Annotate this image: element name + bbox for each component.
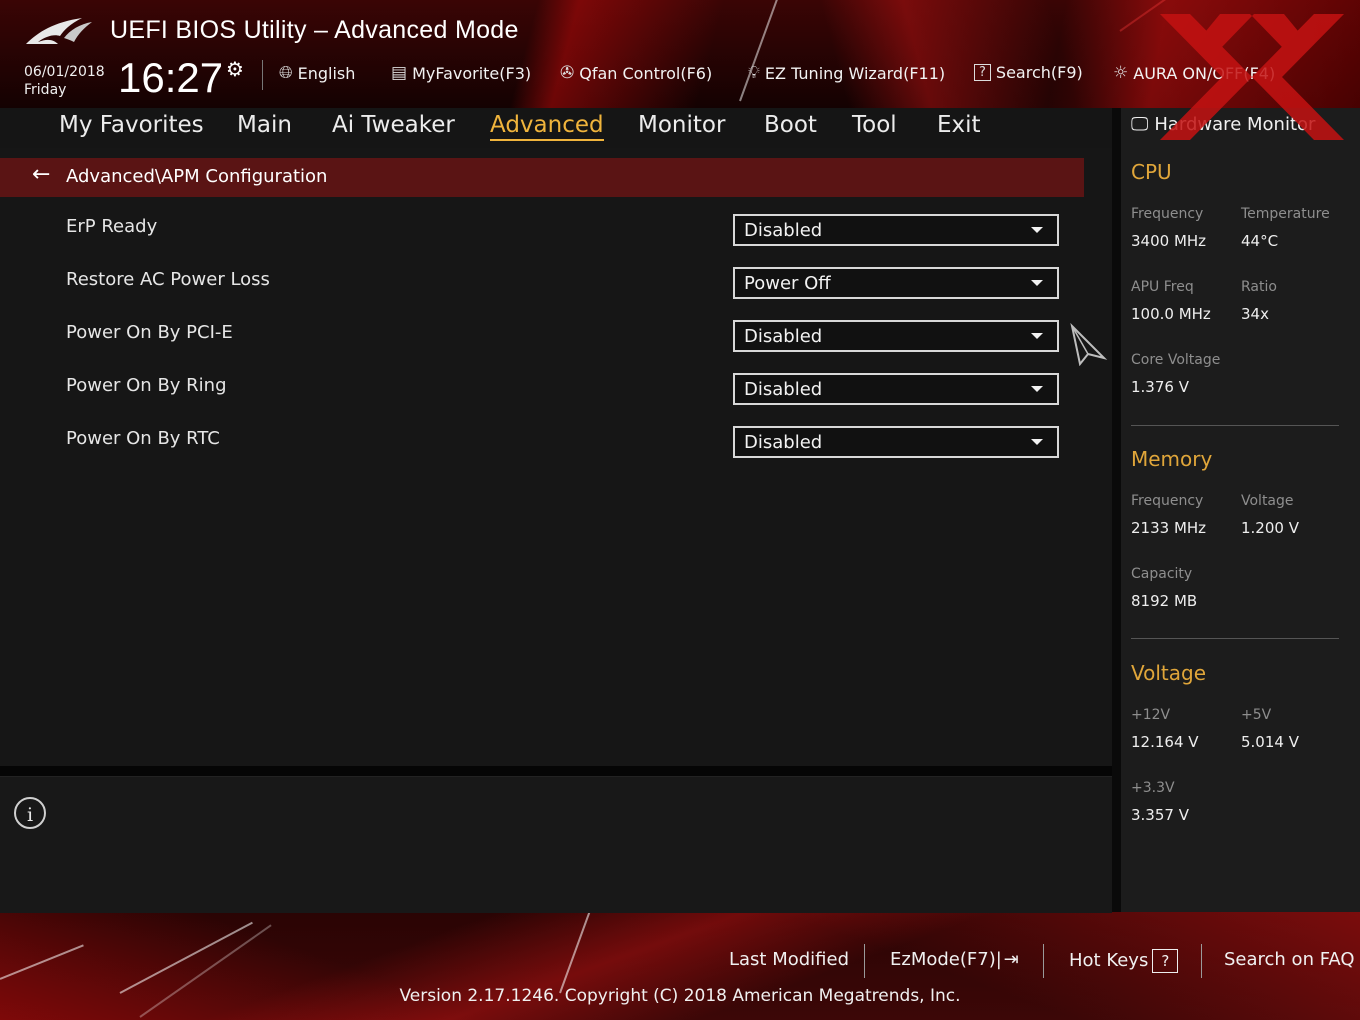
footer-divider	[864, 944, 865, 978]
tab-my-favorites[interactable]: My Favorites	[59, 112, 204, 138]
power-on-by-ring-dropdown[interactable]: Disabled	[733, 373, 1059, 405]
voltage-heading: Voltage	[1131, 661, 1207, 685]
favorite-list-icon: ▤	[391, 63, 408, 83]
tab-advanced[interactable]: Advanced	[490, 112, 604, 141]
power-on-by-rtc-dropdown[interactable]: Disabled	[733, 426, 1059, 458]
memory-heading: Memory	[1131, 447, 1213, 471]
breadcrumb-path: Advanced\APM Configuration	[66, 166, 328, 187]
v12-label: +12V	[1131, 707, 1171, 723]
ratio-value: 34x	[1241, 305, 1269, 323]
apu-freq-label: APU Freq	[1131, 279, 1194, 295]
help-info-panel: i	[0, 776, 1112, 913]
myfavorite-button[interactable]: ▤ MyFavorite(F3)	[391, 63, 531, 83]
memory-voltage-label: Voltage	[1241, 493, 1294, 509]
core-voltage-label: Core Voltage	[1131, 352, 1221, 368]
hw-section-divider	[1131, 638, 1339, 639]
v33-value: 3.357 V	[1131, 806, 1189, 824]
info-icon: i	[14, 797, 46, 829]
search-button[interactable]: ? Search(F9)	[974, 63, 1083, 82]
v12-value: 12.164 V	[1131, 733, 1199, 751]
back-arrow-icon[interactable]: ←	[32, 162, 50, 187]
apu-freq-value: 100.0 MHz	[1131, 305, 1211, 323]
tab-main[interactable]: Main	[237, 112, 292, 138]
ezmode-button[interactable]: EzMode(F7)| ⇥	[890, 949, 1019, 970]
restore-ac-power-loss-dropdown[interactable]: Power Off	[733, 267, 1059, 299]
core-voltage-value: 1.376 V	[1131, 378, 1189, 396]
day-display: Friday	[24, 82, 67, 98]
setting-label-power-on-by-ring: Power On By Ring	[66, 375, 227, 396]
v5-label: +5V	[1241, 707, 1272, 723]
sidebar-divider	[1112, 108, 1121, 912]
cpu-temperature-label: Temperature	[1241, 206, 1330, 222]
qfan-control-button[interactable]: ✇ Qfan Control(F6)	[560, 63, 712, 83]
setting-label-power-on-by-rtc: Power On By RTC	[66, 428, 220, 449]
v33-label: +3.3V	[1131, 780, 1175, 796]
memory-frequency-value: 2133 MHz	[1131, 519, 1207, 537]
cpu-temperature-value: 44°C	[1241, 232, 1279, 250]
language-button[interactable]: 🌐︎ English	[279, 63, 355, 83]
breadcrumb: ← Advanced\APM Configuration	[0, 158, 1084, 197]
cpu-heading: CPU	[1131, 160, 1172, 184]
caret-down-icon	[1031, 439, 1043, 445]
rog-logo-icon	[26, 18, 92, 44]
cpu-frequency-value: 3400 MHz	[1131, 232, 1207, 250]
panel-divider	[0, 766, 1112, 776]
header-divider	[262, 60, 263, 90]
version-info: Version 2.17.1246. Copyright (C) 2018 Am…	[399, 986, 961, 1006]
aura-light-icon: ☼	[1113, 63, 1129, 83]
search-on-faq-button[interactable]: Search on FAQ	[1224, 949, 1355, 970]
caret-down-icon	[1031, 280, 1043, 286]
memory-frequency-label: Frequency	[1131, 493, 1204, 509]
clock-display: 16:27	[118, 54, 224, 101]
memory-voltage-value: 1.200 V	[1241, 519, 1299, 537]
mouse-cursor-icon	[1070, 322, 1108, 366]
tab-monitor[interactable]: Monitor	[638, 112, 725, 138]
globe-icon: 🌐︎	[279, 63, 293, 83]
memory-capacity-value: 8192 MB	[1131, 592, 1198, 610]
clock-settings-gear-icon[interactable]: ⚙	[226, 57, 244, 81]
hardware-monitor-panel: 🖵︎ Hardware Monitor CPU Frequency Temper…	[1121, 108, 1360, 912]
fan-icon: ✇	[560, 63, 575, 83]
hotkeys-help-icon: ?	[1152, 949, 1179, 973]
last-modified-button[interactable]: Last Modified	[729, 949, 849, 970]
question-box-icon: ?	[974, 64, 991, 81]
setting-label-restore-ac-power-loss: Restore AC Power Loss	[66, 269, 270, 290]
tab-boot[interactable]: Boot	[764, 112, 817, 138]
ez-tuning-wizard-button[interactable]: 💡︎ EZ Tuning Wizard(F11)	[748, 63, 945, 83]
caret-down-icon	[1031, 386, 1043, 392]
v5-value: 5.014 V	[1241, 733, 1299, 751]
footer-divider	[1201, 944, 1202, 978]
lightbulb-icon: 💡︎	[748, 63, 760, 83]
date-display: 06/01/2018	[24, 64, 105, 80]
setting-label-erp-ready: ErP Ready	[66, 216, 158, 237]
ratio-label: Ratio	[1241, 279, 1277, 295]
hot-keys-button[interactable]: Hot Keys?	[1069, 949, 1179, 973]
app-title: UEFI BIOS Utility – Advanced Mode	[110, 16, 519, 44]
memory-capacity-label: Capacity	[1131, 566, 1193, 582]
monitor-icon: 🖵︎	[1131, 114, 1149, 135]
exit-arrow-icon: ⇥	[1003, 949, 1019, 970]
cpu-frequency-label: Frequency	[1131, 206, 1204, 222]
tab-tool[interactable]: Tool	[852, 112, 897, 138]
caret-down-icon	[1031, 227, 1043, 233]
tab-exit[interactable]: Exit	[937, 112, 981, 138]
caret-down-icon	[1031, 333, 1043, 339]
erp-ready-dropdown[interactable]: Disabled	[733, 214, 1059, 246]
setting-label-power-on-by-pcie: Power On By PCI-E	[66, 322, 233, 343]
main-nav: My Favorites Main Ai Tweaker Advanced Mo…	[0, 108, 1112, 148]
settings-panel: ← Advanced\APM Configuration ErP Ready D…	[0, 148, 1112, 766]
power-on-by-pcie-dropdown[interactable]: Disabled	[733, 320, 1059, 352]
footer-divider	[1043, 944, 1044, 978]
tab-ai-tweaker[interactable]: Ai Tweaker	[332, 112, 455, 138]
watermark-logo-icon	[1160, 14, 1344, 140]
hw-section-divider	[1131, 425, 1339, 426]
